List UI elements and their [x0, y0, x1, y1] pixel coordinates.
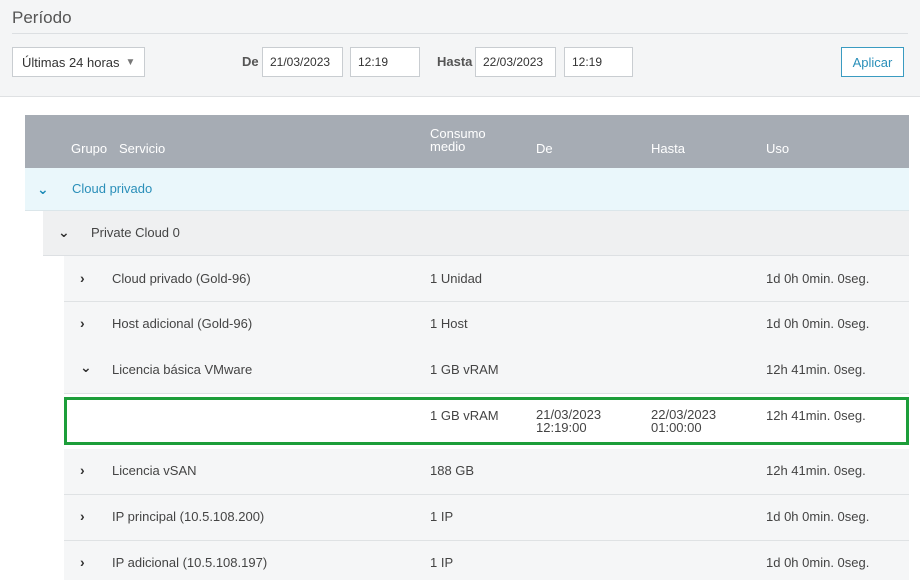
header-usage[interactable]: Uso	[766, 142, 789, 155]
to-date-input[interactable]	[475, 47, 556, 77]
header-consumption-line2: medio	[430, 139, 466, 154]
detail-from: 21/03/2023 12:19:00	[536, 408, 601, 434]
from-date-input[interactable]	[262, 47, 343, 77]
header-service[interactable]: Servicio	[119, 142, 165, 155]
header-group[interactable]: Grupo	[71, 142, 107, 155]
subgroup-label: Private Cloud 0	[91, 225, 180, 240]
chevron-right-icon[interactable]: ›	[80, 554, 85, 570]
table-row[interactable]: › IP adicional (10.5.108.197) 1 IP 1d 0h…	[64, 541, 909, 580]
table-row[interactable]: › IP principal (10.5.108.200) 1 IP 1d 0h…	[64, 495, 909, 541]
service-name: IP adicional (10.5.108.197)	[112, 555, 268, 570]
header-from[interactable]: De	[536, 142, 553, 155]
chevron-down-icon[interactable]: ⌄	[58, 224, 70, 241]
detail-row-highlighted: 1 GB vRAM 21/03/2023 12:19:00 22/03/2023…	[64, 397, 909, 445]
from-time-input[interactable]	[350, 47, 420, 77]
table-row[interactable]: ⌄ Licencia básica VMware 1 GB vRAM 12h 4…	[64, 347, 909, 394]
service-consumption: 1 IP	[430, 555, 454, 570]
chevron-right-icon[interactable]: ›	[80, 508, 85, 524]
divider	[12, 33, 908, 34]
header-consumption[interactable]: Consumo medio	[430, 127, 486, 153]
chevron-right-icon[interactable]: ›	[80, 462, 85, 478]
period-title: Período	[12, 8, 72, 27]
detail-from-time: 12:19:00	[536, 420, 587, 435]
service-name: Host adicional (Gold-96)	[112, 316, 253, 331]
detail-to-time: 01:00:00	[651, 420, 702, 435]
header-to[interactable]: Hasta	[651, 142, 685, 155]
range-select[interactable]: Últimas 24 horas ▼	[12, 47, 145, 77]
period-filter: Período Últimas 24 horas ▼ De Hasta Apli…	[0, 0, 920, 97]
to-label: Hasta	[437, 54, 473, 69]
service-name: IP principal (10.5.108.200)	[112, 509, 265, 524]
service-consumption: 1 Unidad	[430, 271, 483, 286]
service-usage: 12h 41min. 0seg.	[766, 463, 866, 478]
service-name: Cloud privado (Gold-96)	[112, 271, 251, 286]
detail-to: 22/03/2023 01:00:00	[651, 408, 716, 434]
service-consumption: 1 GB vRAM	[430, 362, 499, 377]
service-usage: 1d 0h 0min. 0seg.	[766, 555, 870, 570]
group-row-cloud-privado[interactable]: ⌄ Cloud privado	[25, 168, 909, 211]
table-row[interactable]: › Host adicional (Gold-96) 1 Host 1d 0h …	[64, 302, 909, 348]
service-usage: 1d 0h 0min. 0seg.	[766, 509, 870, 524]
to-time-input[interactable]	[564, 47, 633, 77]
table-header: Grupo Servicio Consumo medio De Hasta Us…	[25, 115, 909, 168]
detail-usage: 12h 41min. 0seg.	[766, 408, 866, 423]
chevron-down-icon[interactable]: ⌄	[80, 359, 92, 376]
range-select-value: Últimas 24 horas	[22, 54, 120, 70]
from-label: De	[242, 54, 259, 69]
service-consumption: 1 IP	[430, 509, 454, 524]
table-row[interactable]: › Cloud privado (Gold-96) 1 Unidad 1d 0h…	[64, 256, 909, 302]
service-consumption: 1 Host	[430, 316, 468, 331]
table-row[interactable]: › Licencia vSAN 188 GB 12h 41min. 0seg.	[64, 449, 909, 495]
service-name: Licencia vSAN	[112, 463, 197, 478]
detail-consumption: 1 GB vRAM	[430, 408, 499, 423]
group-label: Cloud privado	[72, 181, 153, 196]
service-usage: 1d 0h 0min. 0seg.	[766, 316, 870, 331]
service-name: Licencia básica VMware	[112, 362, 253, 377]
service-usage: 1d 0h 0min. 0seg.	[766, 271, 870, 286]
chevron-right-icon[interactable]: ›	[80, 270, 85, 286]
usage-table: Grupo Servicio Consumo medio De Hasta Us…	[25, 115, 909, 168]
service-usage: 12h 41min. 0seg.	[766, 362, 866, 377]
chevron-down-icon: ▼	[125, 56, 136, 68]
chevron-down-icon[interactable]: ⌄	[37, 181, 49, 198]
chevron-right-icon[interactable]: ›	[80, 315, 85, 331]
subgroup-row-private-cloud-0[interactable]: ⌄ Private Cloud 0	[43, 211, 909, 256]
service-consumption: 188 GB	[430, 463, 475, 478]
apply-button[interactable]: Aplicar	[841, 47, 904, 77]
